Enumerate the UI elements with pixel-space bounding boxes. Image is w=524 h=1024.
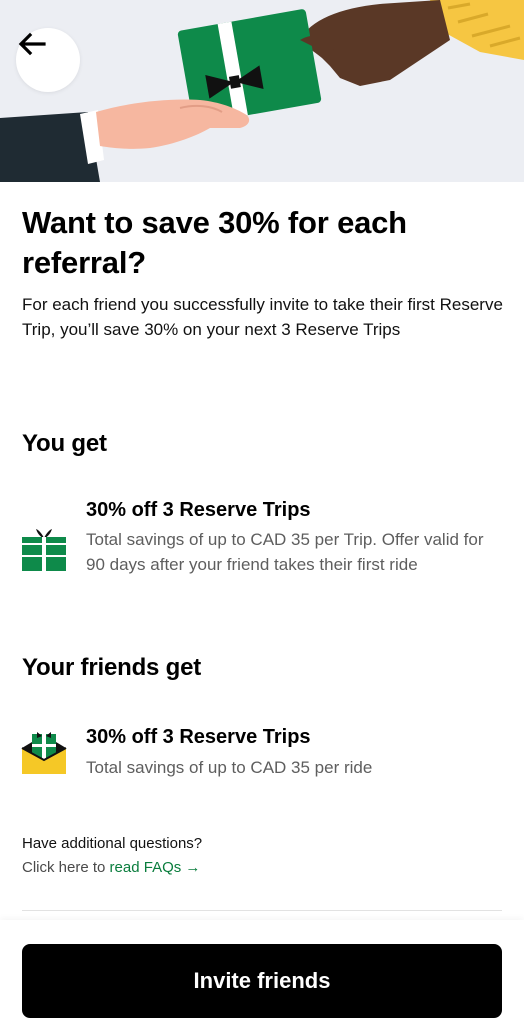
you-get-heading: You get <box>22 430 107 457</box>
gift-exchange-illustration <box>0 0 524 182</box>
you-get-description: Total savings of up to CAD 35 per Trip. … <box>86 530 484 574</box>
you-get-title: 30% off 3 Reserve Trips <box>86 499 311 521</box>
back-button[interactable] <box>16 28 80 92</box>
gift-envelope-icon <box>20 728 68 776</box>
page-title: Want to save 30% for each referral? <box>22 205 407 280</box>
faq-line: Click here to read FAQs → <box>22 858 200 878</box>
footer-bar: Invite friends <box>0 920 524 1024</box>
gift-icon <box>20 525 68 573</box>
page-subtitle: For each friend you successfully invite … <box>22 295 503 339</box>
arrow-left-icon <box>18 32 46 56</box>
divider <box>22 910 502 911</box>
friends-get-title: 30% off 3 Reserve Trips <box>86 726 311 748</box>
hero-illustration <box>0 0 524 182</box>
friends-get-heading: Your friends get <box>22 654 202 681</box>
friends-get-description: Total savings of up to CAD 35 per ride <box>86 758 373 777</box>
faq-prefix: Click here to <box>22 859 110 876</box>
faq-question: Have additional questions? <box>22 835 203 852</box>
invite-friends-button[interactable]: Invite friends <box>22 944 502 1018</box>
read-faqs-link[interactable]: read FAQs → <box>110 859 201 876</box>
